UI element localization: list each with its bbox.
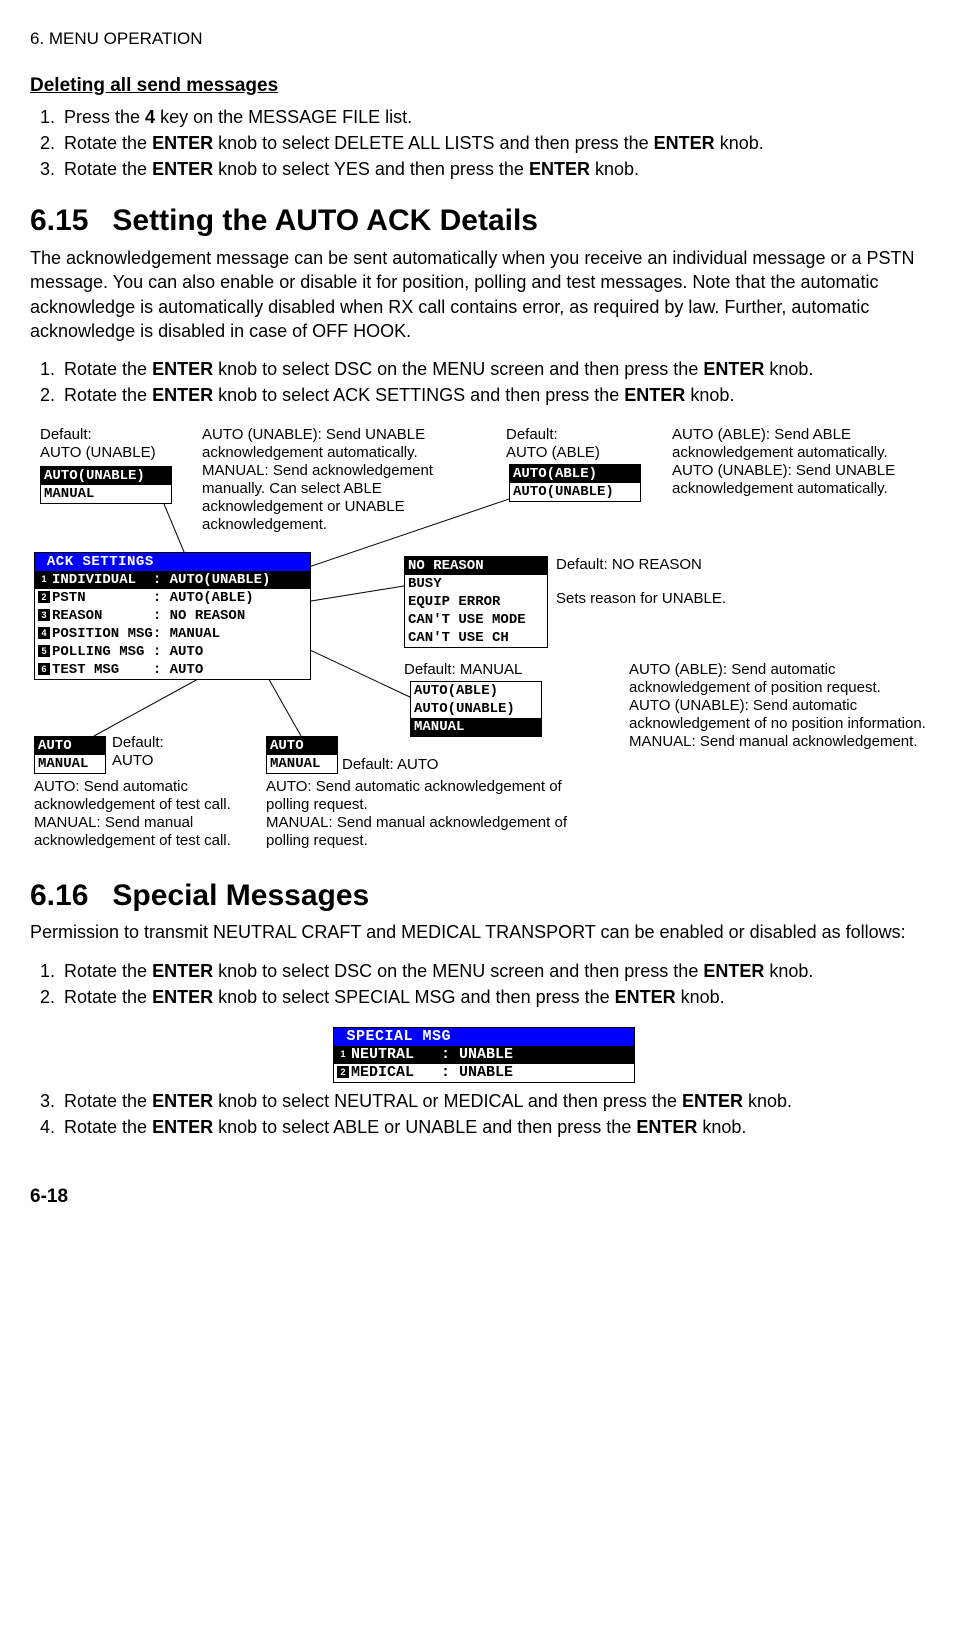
polling-desc: AUTO: Send automatic acknowledgement of … xyxy=(266,778,586,850)
position-desc: AUTO (ABLE): Send automatic acknowledgem… xyxy=(629,661,939,751)
step: Rotate the ENTER knob to select DSC on t… xyxy=(60,357,938,381)
test-popup: AUTO MANUAL xyxy=(34,736,106,774)
pstn-popup: AUTO(ABLE) AUTO(UNABLE) xyxy=(509,464,641,502)
test-default: Default: AUTO xyxy=(112,734,212,770)
section-615-steps: Rotate the ENTER knob to select DSC on t… xyxy=(30,357,938,408)
step: Press the 4 key on the MESSAGE FILE list… xyxy=(60,105,938,129)
polling-default: Default: AUTO xyxy=(342,756,438,774)
special-msg-box: SPECIAL MSG 1NEUTRAL : UNABLE2MEDICAL : … xyxy=(333,1027,635,1083)
deleting-steps: Press the 4 key on the MESSAGE FILE list… xyxy=(30,105,938,182)
individual-popup: AUTO(UNABLE) MANUAL xyxy=(40,466,172,504)
step: Rotate the ENTER knob to select DELETE A… xyxy=(60,131,938,155)
position-default: Default: MANUAL xyxy=(404,661,522,679)
polling-popup: AUTO MANUAL xyxy=(266,736,338,774)
step: Rotate the ENTER knob to select YES and … xyxy=(60,157,938,181)
pstn-default: Default: AUTO (ABLE) xyxy=(506,426,626,462)
reason-default: Default: NO REASON xyxy=(556,556,702,574)
step: Rotate the ENTER knob to select SPECIAL … xyxy=(60,985,938,1009)
step: Rotate the ENTER knob to select NEUTRAL … xyxy=(60,1089,938,1113)
step: Rotate the ENTER knob to select DSC on t… xyxy=(60,959,938,983)
step: Rotate the ENTER knob to select ABLE or … xyxy=(60,1115,938,1139)
individual-desc: AUTO (UNABLE): Send UNABLE acknowledgeme… xyxy=(202,426,494,534)
section-615-intro: The acknowledgement message can be sent … xyxy=(30,246,938,343)
position-popup: AUTO(ABLE) AUTO(UNABLE) MANUAL xyxy=(410,681,542,737)
section-616-steps-12: Rotate the ENTER knob to select DSC on t… xyxy=(30,959,938,1010)
ack-settings-box: ACK SETTINGS 1INDIVIDUAL : AUTO(UNABLE)2… xyxy=(34,552,311,680)
step: Rotate the ENTER knob to select ACK SETT… xyxy=(60,383,938,407)
page-number: 6-18 xyxy=(30,1184,938,1210)
deleting-title: Deleting all send messages xyxy=(30,73,938,99)
section-616-title: 6.16Special Messages xyxy=(30,876,938,917)
test-desc: AUTO: Send automatic acknowledgement of … xyxy=(34,778,284,850)
individual-default: Default: AUTO (UNABLE) xyxy=(40,426,180,462)
reason-popup: NO REASON BUSY EQUIP ERROR CAN'T USE MOD… xyxy=(404,556,548,648)
pstn-desc: AUTO (ABLE): Send ABLE acknowledgement a… xyxy=(672,426,944,498)
page-header: 6. MENU OPERATION xyxy=(30,28,938,51)
section-615-title: 6.15Setting the AUTO ACK Details xyxy=(30,201,938,242)
reason-desc: Sets reason for UNABLE. xyxy=(556,590,726,608)
section-616-intro: Permission to transmit NEUTRAL CRAFT and… xyxy=(30,920,938,944)
ack-diagram: Default: AUTO (UNABLE) AUTO (UNABLE): Se… xyxy=(34,426,944,856)
section-616-steps-34: Rotate the ENTER knob to select NEUTRAL … xyxy=(30,1089,938,1140)
